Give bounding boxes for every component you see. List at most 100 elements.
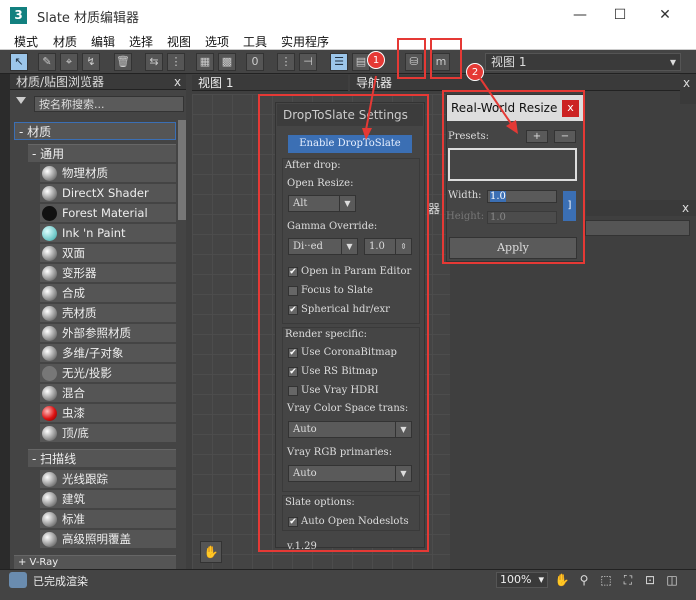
menu-select[interactable]: 选择 bbox=[129, 33, 153, 50]
browser-close-icon[interactable]: x bbox=[174, 74, 181, 90]
menu-material[interactable]: 材质 bbox=[53, 33, 77, 50]
menu-edit[interactable]: 编辑 bbox=[91, 33, 115, 50]
material-ball-icon bbox=[42, 266, 57, 281]
list-item[interactable]: 光线跟踪 bbox=[40, 470, 176, 489]
menu-utilities[interactable]: 实用程序 bbox=[281, 33, 329, 50]
side-panel-header: x bbox=[586, 200, 696, 216]
list-item[interactable]: 合成 bbox=[40, 284, 176, 303]
section-scanline[interactable]: - 扫描线 bbox=[28, 449, 176, 467]
list-item[interactable]: Forest Material bbox=[40, 204, 176, 223]
annotation-arrows bbox=[362, 75, 518, 140]
zoom-dropdown[interactable]: 100% ▾ bbox=[496, 572, 548, 588]
search-input[interactable]: 按名称搜索... bbox=[34, 96, 184, 112]
assign-material-icon[interactable]: ↯ bbox=[82, 53, 100, 71]
side-panel-field[interactable] bbox=[585, 220, 690, 236]
app-icon: 3 bbox=[10, 7, 27, 24]
list-item[interactable]: 壳材质 bbox=[40, 304, 176, 323]
material-ball-icon bbox=[42, 306, 57, 321]
pan-icon[interactable]: ✋ bbox=[554, 572, 570, 588]
material-ball-icon bbox=[42, 346, 57, 361]
checker-icon[interactable]: ▩ bbox=[218, 53, 236, 71]
chevron-down-icon: ▾ bbox=[669, 55, 676, 69]
material-ball-icon bbox=[42, 366, 57, 381]
section-general[interactable]: - 通用 bbox=[28, 144, 176, 162]
annotation-box-droptoslate bbox=[258, 94, 429, 552]
zoom-extents-icon[interactable]: ⛶ bbox=[620, 572, 636, 588]
list-item[interactable]: 顶/底 bbox=[40, 424, 176, 443]
annotation-badge-1: 1 bbox=[367, 51, 385, 69]
side-panel-close-icon[interactable]: x bbox=[682, 200, 689, 216]
section-vray[interactable]: + V-Ray bbox=[14, 555, 176, 569]
layout-children-icon[interactable]: ⊣ bbox=[299, 53, 317, 71]
zoom-value: 100% bbox=[500, 573, 532, 586]
list-item[interactable]: 外部参照材质 bbox=[40, 324, 176, 343]
material-ball-icon bbox=[42, 472, 57, 487]
material-browser-icon[interactable]: ☰ bbox=[330, 53, 348, 71]
arrow-line-1 bbox=[365, 75, 377, 131]
minimize-button[interactable]: — bbox=[560, 4, 600, 26]
window-title: Slate 材质编辑器 bbox=[37, 11, 140, 26]
background-icon[interactable]: ▦ bbox=[196, 53, 214, 71]
pan-hand-icon[interactable]: ✋ bbox=[200, 541, 222, 563]
material-ball-icon bbox=[42, 532, 57, 547]
list-item[interactable]: 建筑 bbox=[40, 490, 176, 509]
material-ball-icon bbox=[42, 426, 57, 441]
zoom-icon[interactable]: ⚲ bbox=[576, 572, 592, 588]
list-item[interactable]: 双面 bbox=[40, 244, 176, 263]
tab-view[interactable]: 视图 1 bbox=[192, 75, 348, 91]
menu-mode[interactable]: 模式 bbox=[14, 33, 38, 50]
display-map-icon[interactable]: 0 bbox=[246, 53, 264, 71]
zoom-region-icon[interactable]: ⬚ bbox=[598, 572, 614, 588]
scrollbar[interactable] bbox=[178, 120, 186, 220]
material-ball-icon bbox=[42, 186, 57, 201]
list-item[interactable]: 标准 bbox=[40, 510, 176, 529]
material-ball-icon bbox=[42, 326, 57, 341]
material-ball-icon bbox=[42, 166, 57, 181]
chevron-down-icon: ▾ bbox=[538, 573, 544, 586]
render-status-icon bbox=[9, 572, 27, 588]
view-tab-label: 视图 1 bbox=[198, 76, 234, 90]
list-item[interactable]: DirectX Shader bbox=[40, 184, 176, 203]
arrow-head-1 bbox=[362, 128, 372, 140]
maximize-button[interactable]: ☐ bbox=[600, 4, 640, 26]
list-item[interactable]: 虫漆 bbox=[40, 404, 176, 423]
browser-title: 材质/贴图浏览器 bbox=[16, 75, 105, 89]
material-ball-icon bbox=[42, 386, 57, 401]
navigator-close-icon[interactable]: x bbox=[683, 76, 690, 90]
list-item[interactable]: 多维/子对象 bbox=[40, 344, 176, 363]
material-ball-icon bbox=[42, 512, 57, 527]
move-children-icon[interactable]: ⇆ bbox=[145, 53, 163, 71]
view-dropdown-value: 视图 1 bbox=[491, 55, 527, 69]
collapse-triangle-icon[interactable] bbox=[16, 97, 26, 104]
arrow-head-2 bbox=[506, 120, 518, 134]
menu-view[interactable]: 视图 bbox=[167, 33, 191, 50]
list-item[interactable]: 高级照明覆盖 bbox=[40, 530, 176, 549]
material-ball-icon bbox=[42, 246, 57, 261]
menu-tools[interactable]: 工具 bbox=[243, 33, 267, 50]
list-item[interactable]: 物理材质 bbox=[40, 164, 176, 183]
browser-header: 材质/贴图浏览器 x bbox=[10, 74, 186, 90]
menu-options[interactable]: 选项 bbox=[205, 33, 229, 50]
material-ball-icon bbox=[42, 406, 57, 421]
list-item[interactable]: 混合 bbox=[40, 384, 176, 403]
list-item[interactable]: 变形器 bbox=[40, 264, 176, 283]
view-dropdown[interactable]: 视图 1 ▾ bbox=[485, 53, 681, 71]
frame-icon[interactable]: ◫ bbox=[664, 572, 680, 588]
arrow-line-2 bbox=[479, 77, 513, 126]
section-material[interactable]: - 材质 bbox=[14, 122, 176, 140]
material-ball-icon bbox=[42, 492, 57, 507]
layout-icon[interactable]: ⋮ bbox=[277, 53, 295, 71]
select-tool-icon[interactable]: ↖ bbox=[10, 53, 28, 71]
list-item[interactable]: 无光/投影 bbox=[40, 364, 176, 383]
delete-icon[interactable]: 🗑 bbox=[114, 53, 132, 71]
pick-material-icon[interactable]: ⌖ bbox=[60, 53, 78, 71]
zoom-selected-icon[interactable]: ⊡ bbox=[642, 572, 658, 588]
status-text: 已完成渲染 bbox=[33, 575, 88, 588]
eyedropper-icon[interactable]: ✎ bbox=[38, 53, 56, 71]
hierarchy-icon[interactable]: ⋮ bbox=[167, 53, 185, 71]
list-item[interactable]: Ink 'n Paint bbox=[40, 224, 176, 243]
close-button[interactable]: ✕ bbox=[645, 4, 685, 26]
material-ball-icon bbox=[42, 226, 57, 241]
navigator-close: x bbox=[680, 74, 696, 104]
material-ball-icon bbox=[42, 206, 57, 221]
